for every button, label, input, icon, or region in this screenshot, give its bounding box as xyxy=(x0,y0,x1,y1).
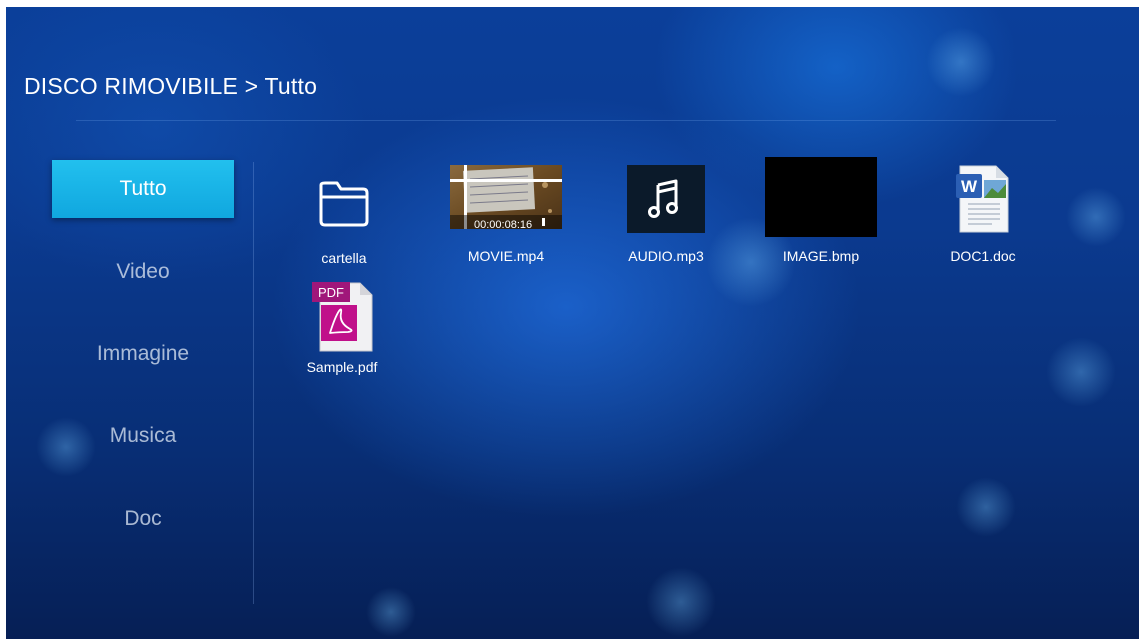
file-item-cartella[interactable]: cartella xyxy=(284,165,404,275)
sidebar-item-immagine[interactable]: Immagine xyxy=(52,325,234,383)
video-duration: 00:00:08:16 xyxy=(474,219,533,231)
file-item-image[interactable]: IMAGE.bmp xyxy=(761,157,881,267)
file-item-sample-pdf[interactable]: PDF Sample.pdf xyxy=(282,277,402,387)
file-item-doc1[interactable]: W DOC1.doc xyxy=(923,162,1043,272)
folder-icon xyxy=(315,171,373,227)
sidebar-item-label: Video xyxy=(116,260,170,283)
word-badge-text: W xyxy=(961,177,978,196)
file-name: cartella xyxy=(321,250,367,266)
sidebar-item-label: Tutto xyxy=(119,177,167,200)
sidebar-item-label: Musica xyxy=(109,424,177,447)
file-name: MOVIE.mp4 xyxy=(467,248,545,264)
sidebar-divider xyxy=(253,162,254,604)
sidebar-item-label: Immagine xyxy=(96,342,190,365)
header-divider xyxy=(76,120,1056,121)
breadcrumb-separator: > xyxy=(244,73,259,99)
file-name: Sample.pdf xyxy=(306,359,378,375)
file-name: AUDIO.mp3 xyxy=(628,248,704,264)
sidebar-item-tutto[interactable]: Tutto xyxy=(52,160,234,218)
media-browser-screen: DISCO RIMOVIBILE > Tutto Tutto Video Imm… xyxy=(6,7,1139,639)
file-item-audio[interactable]: AUDIO.mp3 xyxy=(606,165,726,275)
sidebar-item-doc[interactable]: Doc xyxy=(52,490,234,548)
pdf-badge-text: PDF xyxy=(318,285,344,300)
file-item-movie[interactable]: 00:00:08:16 MOVIE.mp4 xyxy=(446,165,566,275)
pdf-document-icon: PDF xyxy=(302,277,382,353)
sidebar-item-label: Doc xyxy=(124,507,162,530)
breadcrumb-current: Tutto xyxy=(264,73,318,99)
image-thumbnail xyxy=(765,157,877,237)
breadcrumb-source[interactable]: DISCO RIMOVIBILE xyxy=(24,73,238,99)
category-sidebar: Tutto Video Immagine Musica Doc xyxy=(6,157,254,607)
file-name: DOC1.doc xyxy=(950,248,1016,264)
sidebar-item-video[interactable]: Video xyxy=(52,243,234,301)
music-note-icon xyxy=(627,165,705,233)
sidebar-item-musica[interactable]: Musica xyxy=(52,407,234,465)
file-name: IMAGE.bmp xyxy=(782,248,860,264)
word-document-icon: W xyxy=(948,162,1018,236)
breadcrumb: DISCO RIMOVIBILE > Tutto xyxy=(24,73,317,100)
